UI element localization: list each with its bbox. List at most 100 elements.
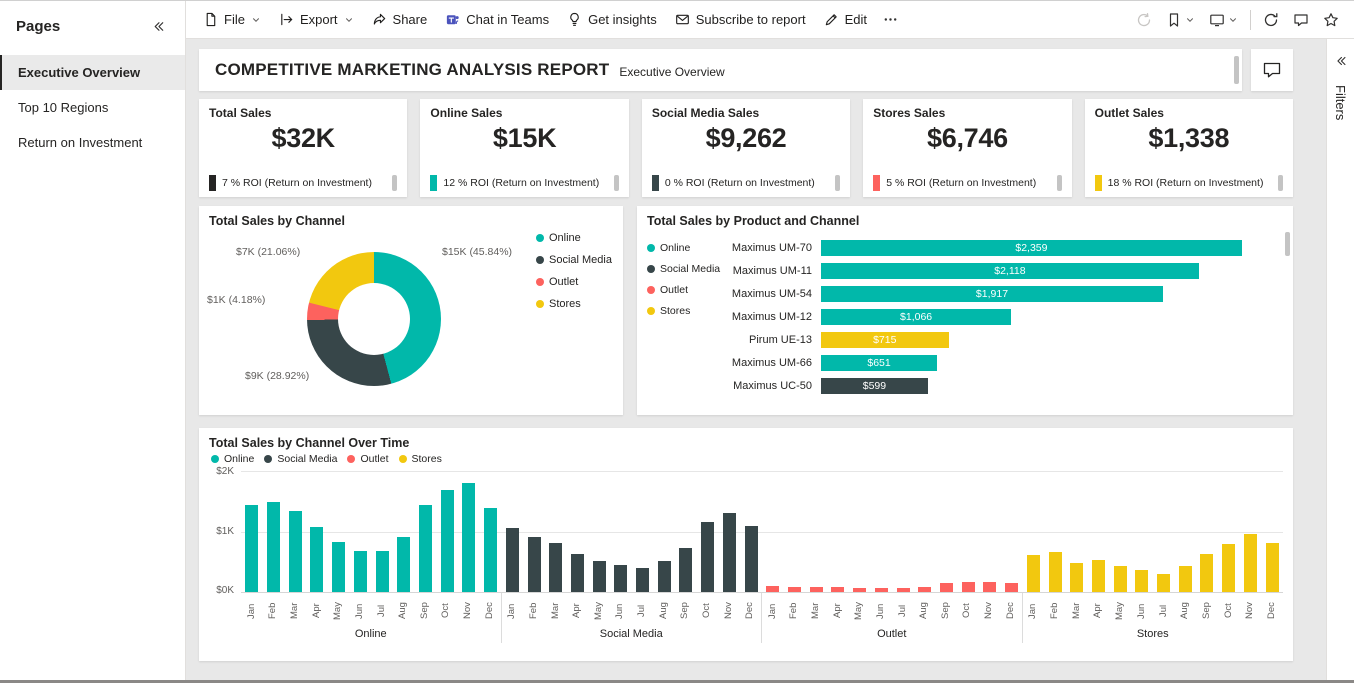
page-item-0[interactable]: Executive Overview (0, 55, 185, 90)
column-bar[interactable] (810, 587, 823, 592)
column-bar[interactable] (397, 537, 410, 592)
column-bar[interactable] (1027, 555, 1040, 592)
column-bar[interactable] (745, 526, 758, 592)
bar[interactable]: $1,066 (821, 309, 1011, 325)
bar[interactable]: $599 (821, 378, 928, 394)
column-bar[interactable] (679, 548, 692, 592)
column-bar[interactable] (1092, 560, 1105, 592)
legend-item[interactable]: Online (211, 453, 254, 465)
column-bar[interactable] (593, 561, 606, 592)
column-bar[interactable] (571, 554, 584, 592)
kpi-card-scrollbar[interactable] (1278, 175, 1283, 191)
column-bar[interactable] (636, 568, 649, 592)
legend-item[interactable]: Stores (399, 453, 442, 465)
column-bar[interactable] (528, 537, 541, 592)
column-bar[interactable] (983, 582, 996, 592)
page-item-2[interactable]: Return on Investment (0, 125, 185, 160)
reset-default-button[interactable] (1129, 7, 1159, 33)
favorite-button[interactable] (1316, 7, 1346, 33)
get-insights-button[interactable]: Get insights (558, 7, 666, 32)
column-bar[interactable] (419, 505, 432, 592)
kpi-card[interactable]: Total Sales$32K7 % ROI (Return on Invest… (199, 99, 407, 197)
legend-item[interactable]: Outlet (647, 284, 727, 296)
chat-in-teams-button[interactable]: Chat in Teams (436, 7, 558, 32)
legend-item[interactable]: Social Media (536, 254, 612, 266)
column-bar[interactable] (506, 528, 519, 592)
column-bar[interactable] (853, 588, 866, 592)
legend-item[interactable]: Social Media (647, 263, 727, 275)
column-bar[interactable] (940, 583, 953, 592)
bar[interactable]: $2,118 (821, 263, 1199, 279)
legend-item[interactable]: Social Media (264, 453, 337, 465)
column-bar[interactable] (701, 522, 714, 592)
column-bar[interactable] (267, 502, 280, 592)
refresh-button[interactable] (1256, 7, 1286, 33)
column-bar[interactable] (1266, 543, 1279, 592)
kpi-card[interactable]: Outlet Sales$1,33818 % ROI (Return on In… (1085, 99, 1293, 197)
column-bar[interactable] (614, 565, 627, 592)
title-box-scrollbar[interactable] (1234, 56, 1239, 84)
column-bar[interactable] (875, 588, 888, 592)
column-bar[interactable] (1200, 554, 1213, 592)
view-button[interactable] (1202, 7, 1245, 33)
kpi-card-scrollbar[interactable] (835, 175, 840, 191)
kpi-card-scrollbar[interactable] (614, 175, 619, 191)
column-bar[interactable] (1070, 563, 1083, 592)
bar[interactable]: $2,359 (821, 240, 1242, 256)
bar[interactable]: $715 (821, 332, 949, 348)
column-bar[interactable] (1135, 570, 1148, 592)
column-bar[interactable] (441, 490, 454, 592)
column-bar[interactable] (462, 483, 475, 592)
more-options-button[interactable] (876, 7, 905, 32)
column-bar[interactable] (245, 505, 258, 592)
column-bar[interactable] (310, 527, 323, 592)
edit-button[interactable]: Edit (815, 7, 876, 32)
donut-chart[interactable] (307, 252, 441, 386)
column-bar[interactable] (354, 551, 367, 592)
product-chart-scrollbar[interactable] (1285, 232, 1290, 256)
column-bar[interactable] (1222, 544, 1235, 592)
bookmarks-button[interactable] (1159, 7, 1202, 33)
kpi-card[interactable]: Social Media Sales$9,2620 % ROI (Return … (642, 99, 850, 197)
legend-item[interactable]: Online (647, 242, 727, 254)
legend-item[interactable]: Stores (536, 298, 612, 310)
column-bar[interactable] (549, 543, 562, 592)
bar[interactable]: $651 (821, 355, 937, 371)
page-item-1[interactable]: Top 10 Regions (0, 90, 185, 125)
column-bar[interactable] (1157, 574, 1170, 592)
legend-item[interactable]: Online (536, 232, 612, 244)
comments-button[interactable] (1286, 7, 1316, 33)
kpi-card[interactable]: Online Sales$15K12 % ROI (Return on Inve… (420, 99, 628, 197)
column-bar[interactable] (1114, 566, 1127, 592)
legend-item[interactable]: Outlet (536, 276, 612, 288)
legend-item[interactable]: Outlet (347, 453, 388, 465)
legend-item[interactable]: Stores (647, 305, 727, 317)
column-bar[interactable] (897, 588, 910, 592)
column-bar[interactable] (766, 586, 779, 592)
kpi-card-scrollbar[interactable] (1057, 175, 1062, 191)
column-bar[interactable] (788, 587, 801, 592)
column-bar[interactable] (1005, 583, 1018, 592)
report-comment-button[interactable] (1251, 49, 1293, 91)
column-bar[interactable] (658, 561, 671, 592)
column-bar[interactable] (332, 542, 345, 592)
column-bar[interactable] (723, 513, 736, 592)
column-bar[interactable] (962, 582, 975, 592)
kpi-card[interactable]: Stores Sales$6,7465 % ROI (Return on Inv… (863, 99, 1071, 197)
column-bar[interactable] (831, 587, 844, 592)
bar[interactable]: $1,917 (821, 286, 1163, 302)
column-bar[interactable] (376, 551, 389, 592)
subscribe-button[interactable]: Subscribe to report (666, 7, 815, 32)
pages-pane-collapse-button[interactable] (144, 14, 173, 39)
column-bar[interactable] (289, 511, 302, 592)
kpi-card-scrollbar[interactable] (392, 175, 397, 191)
column-bar[interactable] (1244, 534, 1257, 592)
filters-pane-expand-button[interactable] (1327, 49, 1354, 73)
column-bar[interactable] (1049, 552, 1062, 592)
column-bar[interactable] (484, 508, 497, 592)
share-button[interactable]: Share (363, 7, 437, 32)
column-bar[interactable] (918, 587, 931, 592)
file-menu-button[interactable]: File (194, 7, 270, 32)
export-menu-button[interactable]: Export (270, 7, 363, 32)
column-bar[interactable] (1179, 566, 1192, 592)
